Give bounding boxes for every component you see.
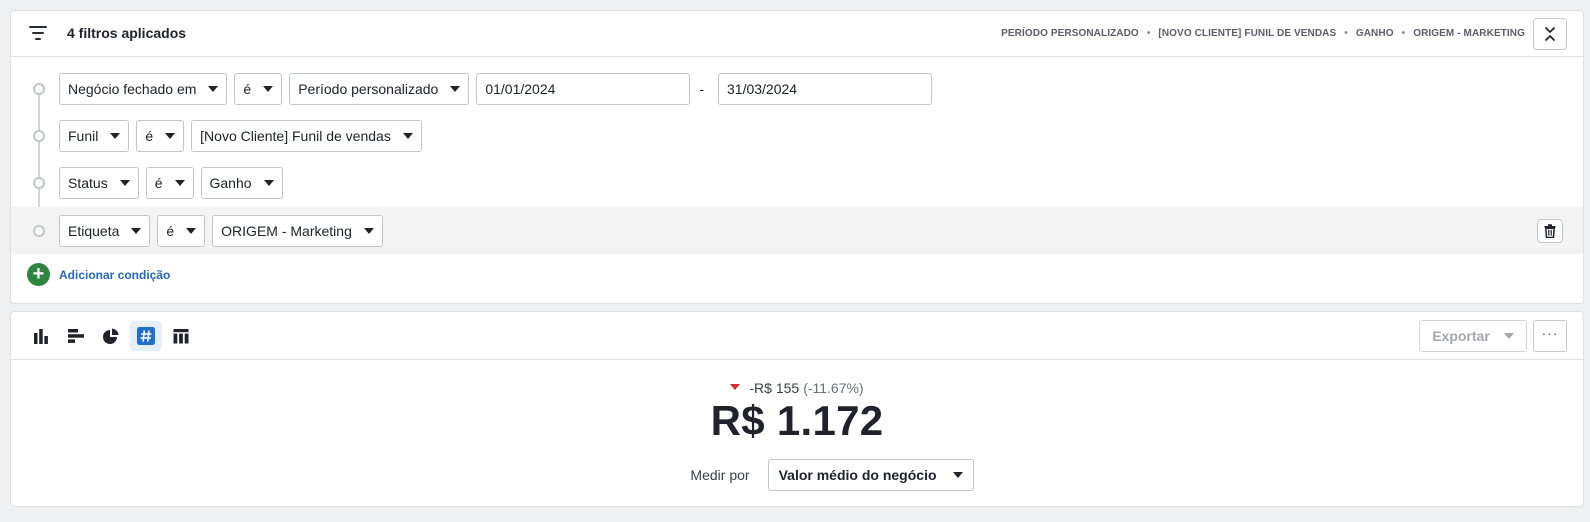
filter-icon[interactable] [29, 26, 47, 40]
operator-select[interactable]: é [234, 73, 283, 105]
date-from-input[interactable]: 01/01/2024 [476, 73, 691, 105]
field-select-label: Etiqueta [68, 223, 120, 239]
add-condition-button[interactable]: + Adicionar condição [27, 263, 170, 286]
summary-separator: • [1401, 28, 1406, 39]
value-select-label: Período personalizado [298, 81, 439, 97]
caret-down-icon [1503, 333, 1514, 339]
field-select[interactable]: Negócio fechado em [59, 73, 228, 105]
filter-count: 4 filtros aplicados [67, 25, 187, 41]
delete-condition-button[interactable] [1537, 219, 1563, 243]
condition-node [33, 177, 45, 189]
operator-select-label: é [243, 81, 252, 97]
condition-node [33, 83, 45, 95]
operator-select[interactable]: é [136, 120, 185, 152]
date-to-input[interactable]: 31/03/2024 [718, 73, 932, 105]
date-range-separator: - [699, 81, 704, 97]
field-select-label: Status [68, 175, 108, 191]
pie-chart-icon [103, 328, 119, 344]
caret-down-icon [402, 133, 413, 139]
delta-value: -R$ 155 [749, 380, 800, 396]
field-select-label: Funil [68, 128, 99, 144]
value-select[interactable]: ORIGEM - Marketing [212, 215, 383, 247]
caret-down-icon [110, 133, 121, 139]
measure-label: Medir por [690, 467, 750, 483]
measure-select[interactable]: Valor médio do negócio [767, 459, 974, 491]
table-view-button[interactable] [165, 321, 197, 351]
filter-conditions: Negócio fechado em é Período personaliza… [11, 57, 1583, 303]
caret-down-icon [186, 228, 197, 234]
collapse-filters-button[interactable] [1533, 18, 1567, 50]
horizontal-bar-icon [68, 329, 84, 343]
condition-row: Negócio fechado em é Período personaliza… [11, 65, 1583, 112]
caret-down-icon [174, 180, 185, 186]
field-select[interactable]: Etiqueta [59, 215, 151, 247]
summary-item: ORIGEM - MARKETING [1413, 28, 1525, 39]
report-toolbar: Exportar ··· [11, 312, 1583, 360]
filter-header: 4 filtros aplicados PERÍODO PERSONALIZAD… [11, 11, 1583, 57]
summary-separator: • [1146, 28, 1151, 39]
caret-down-icon [363, 228, 374, 234]
value-select[interactable]: [Novo Cliente] Funil de vendas [191, 120, 422, 152]
value-select-label: Ganho [209, 175, 252, 191]
kpi-delta: -R$ 155 (-11.67%) [11, 380, 1583, 396]
caret-down-icon [952, 472, 963, 478]
bar-chart-icon [34, 329, 48, 344]
trash-icon [1544, 224, 1556, 238]
trend-down-icon [730, 384, 741, 390]
condition-row: Funil é [Novo Cliente] Funil de vendas [11, 112, 1583, 159]
caret-down-icon [131, 228, 142, 234]
caret-down-icon [263, 86, 274, 92]
number-view-button[interactable] [130, 321, 162, 351]
bar-chart-view-button[interactable] [25, 321, 57, 351]
caret-down-icon [450, 86, 461, 92]
pie-chart-view-button[interactable] [95, 321, 127, 351]
caret-down-icon [208, 86, 219, 92]
delta-percent: (-11.67%) [803, 380, 864, 396]
horizontal-bar-view-button[interactable] [60, 321, 92, 351]
plus-circle-icon: + [27, 263, 50, 286]
operator-select-label: é [166, 223, 175, 239]
number-icon [137, 327, 155, 345]
operator-select-label: é [154, 175, 163, 191]
table-icon [173, 329, 189, 344]
caret-down-icon [165, 133, 176, 139]
operator-select[interactable]: é [157, 215, 206, 247]
condition-row: Status é Ganho [11, 159, 1583, 206]
filter-summary: PERÍODO PERSONALIZADO • [NOVO CLIENTE] F… [1001, 28, 1525, 39]
operator-select-label: é [145, 128, 154, 144]
value-select[interactable]: Período personalizado [289, 73, 470, 105]
condition-node [33, 130, 45, 142]
measure-control: Medir por Valor médio do negócio [11, 459, 1583, 491]
view-switcher [25, 321, 200, 351]
field-select[interactable]: Funil [59, 120, 130, 152]
more-options-button[interactable]: ··· [1533, 320, 1567, 352]
kpi-display: -R$ 155 (-11.67%) R$ 1.172 [11, 380, 1583, 442]
summary-item: GANHO [1355, 28, 1394, 39]
export-button[interactable]: Exportar [1419, 320, 1527, 352]
export-label: Exportar [1432, 328, 1490, 344]
condition-row: Etiqueta é ORIGEM - Marketing [11, 207, 1583, 254]
summary-separator: • [1344, 28, 1348, 39]
field-select-label: Negócio fechado em [68, 81, 197, 97]
add-condition-label: Adicionar condição [59, 267, 171, 282]
filter-panel: 4 filtros aplicados PERÍODO PERSONALIZAD… [10, 10, 1584, 304]
summary-item: PERÍODO PERSONALIZADO [1001, 28, 1139, 39]
caret-down-icon [119, 180, 130, 186]
value-select-label: ORIGEM - Marketing [221, 223, 352, 239]
value-select-label: [Novo Cliente] Funil de vendas [200, 128, 391, 144]
measure-select-label: Valor médio do negócio [778, 467, 937, 483]
kpi-value: R$ 1.172 [710, 397, 884, 444]
caret-down-icon [263, 180, 274, 186]
report-panel: Exportar ··· -R$ 155 (-11.67%) R$ 1.172 … [10, 311, 1584, 507]
field-select[interactable]: Status [59, 167, 139, 199]
collapse-icon [1545, 27, 1555, 41]
operator-select[interactable]: é [145, 167, 194, 199]
condition-node [33, 225, 45, 237]
summary-item: [NOVO CLIENTE] FUNIL DE VENDAS [1158, 28, 1337, 39]
value-select[interactable]: Ganho [200, 167, 283, 199]
